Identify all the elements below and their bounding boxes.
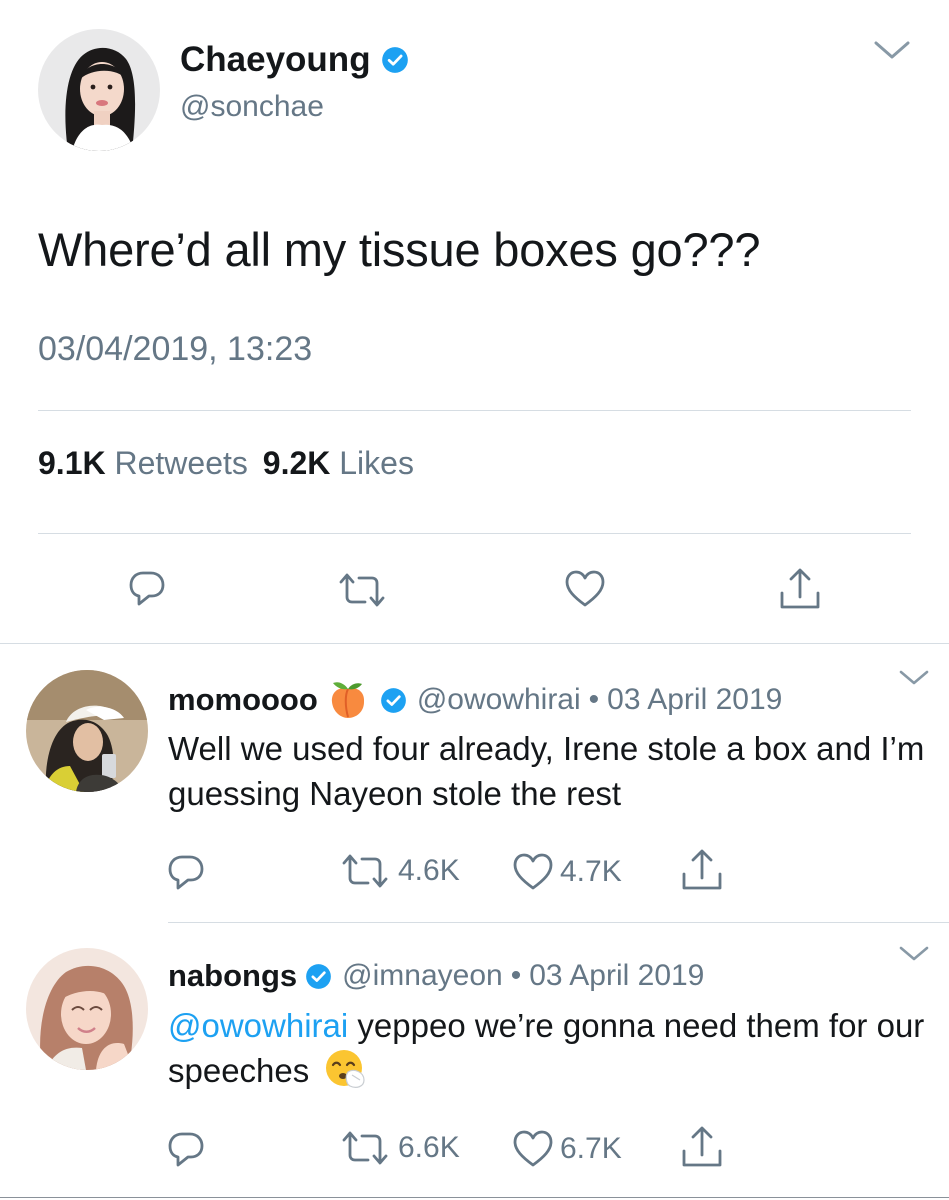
reply-handle[interactable]: @imnayeon (342, 959, 503, 993)
heart-icon (513, 1130, 553, 1167)
divider (38, 533, 911, 534)
divider (168, 922, 949, 923)
likes-label: Likes (339, 445, 414, 481)
verified-badge-icon (381, 46, 409, 74)
author-handle[interactable]: @sonchae (180, 90, 324, 124)
retweet-icon (339, 573, 385, 607)
share-icon (682, 849, 722, 890)
reply-icon (168, 1132, 204, 1167)
retweet-stats-link[interactable]: 9.1K Retweets (38, 445, 257, 481)
retweet-count: 4.6K (398, 854, 460, 887)
retweet-button[interactable] (337, 572, 387, 608)
retweet-icon (342, 1131, 388, 1165)
author-avatar[interactable] (38, 29, 160, 151)
retweet-count: 6.6K (398, 1131, 460, 1164)
chevron-down-icon[interactable] (898, 944, 930, 964)
share-button[interactable] (779, 567, 821, 611)
retweet-button[interactable]: 6.6K (340, 1130, 460, 1166)
chevron-down-icon[interactable] (898, 668, 930, 688)
like-count: 4.7K (560, 855, 622, 888)
share-icon (682, 1126, 722, 1167)
mention-link[interactable]: @owowhirai (168, 1007, 348, 1044)
chevron-down-icon[interactable] (872, 38, 912, 62)
heart-icon (513, 853, 553, 890)
retweet-icon (342, 854, 388, 888)
like-button[interactable] (564, 570, 606, 608)
divider (38, 410, 911, 411)
meta-separator: • (588, 683, 600, 716)
like-button[interactable]: 6.7K (512, 1130, 622, 1168)
divider (0, 643, 949, 644)
reply-text-container: @owowhirai yeppeo we’re gonna need them … (168, 1003, 928, 1101)
reply-button[interactable] (127, 569, 167, 609)
sneezing-face-emoji-icon (324, 1048, 366, 1101)
share-button[interactable] (681, 848, 723, 892)
tweet-text: Where’d all my tissue boxes go??? (38, 223, 761, 276)
like-count: 6.7K (560, 1132, 622, 1165)
verified-badge-icon (380, 687, 407, 714)
retweet-button[interactable]: 4.6K (340, 853, 460, 889)
share-button[interactable] (681, 1125, 723, 1169)
tweet-timestamp: 03/04/2019, 13:23 (38, 330, 313, 368)
reply-button[interactable] (166, 1130, 206, 1170)
reply-date[interactable]: 03 April 2019 (529, 959, 704, 993)
likes-count: 9.2K (262, 445, 331, 481)
reply-icon (168, 855, 204, 890)
reply-author-name[interactable]: nabongs (168, 958, 297, 994)
verified-badge-icon (305, 963, 332, 990)
reply-avatar[interactable] (26, 948, 148, 1070)
author-name[interactable]: Chaeyoung (180, 40, 371, 80)
reply-button[interactable] (166, 853, 206, 893)
peach-emoji-icon (328, 680, 368, 720)
meta-separator: • (510, 959, 522, 992)
reply-date[interactable]: 03 April 2019 (607, 683, 782, 717)
reply-handle[interactable]: @owowhirai (417, 683, 581, 717)
reply-avatar[interactable] (26, 670, 148, 792)
likes-stats-link[interactable]: 9.2K Likes (263, 445, 414, 481)
reply-text: Well we used four already, Irene stole a… (168, 730, 925, 812)
reply-icon (129, 571, 165, 606)
retweets-count: 9.1K (38, 445, 106, 481)
heart-icon (565, 570, 605, 607)
reply-author-name[interactable]: momoooo (168, 682, 318, 718)
divider (0, 1197, 949, 1198)
like-button[interactable]: 4.7K (512, 853, 622, 891)
retweets-label: Retweets (114, 445, 248, 481)
share-icon (780, 568, 820, 609)
